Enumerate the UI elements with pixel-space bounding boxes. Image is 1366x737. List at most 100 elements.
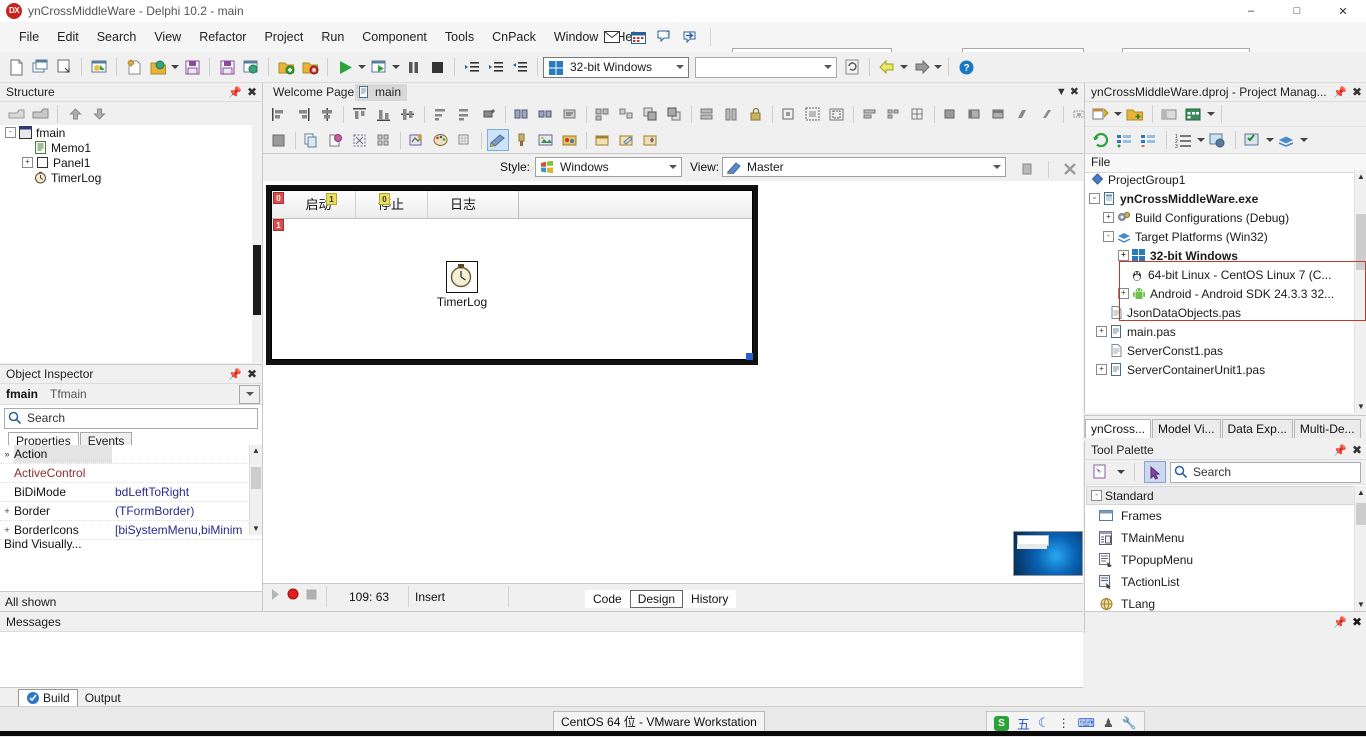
structure-node-panel1[interactable]: + Panel1 [0,155,262,170]
category-expander[interactable]: - [1091,490,1102,501]
property-row-activecontrol[interactable]: ActiveControl [0,464,262,483]
scrollbar-thumb[interactable] [251,467,261,489]
back-dropdown-icon[interactable] [899,56,909,78]
collapse-icon[interactable] [5,103,27,125]
palette-item-tmainmenu[interactable]: TMainMenu [1085,527,1366,549]
property-value[interactable]: [biSystemMenu,biMinim [112,521,262,539]
view-combo[interactable]: Master [722,157,1006,177]
maximize-button[interactable]: □ [1274,0,1320,22]
menu-item-refactor[interactable]: Refactor [190,27,255,47]
new-frame-icon[interactable] [592,129,614,151]
skew-right-icon[interactable] [1036,103,1058,125]
skew-left-icon[interactable] [1012,103,1034,125]
tree-expander[interactable]: + [1096,326,1107,337]
mail-icon[interactable] [601,26,623,48]
margins-icon[interactable] [802,103,824,125]
view-unit-icon[interactable] [88,56,110,78]
select-all-icon[interactable] [349,129,371,151]
form-designer-canvas[interactable]: 启动 停止 日志 0 1 0 1 TimerLog [263,181,1083,583]
project-node-32bit-windows[interactable]: + 32-bit Windows [1085,246,1355,265]
object-selector-dropdown[interactable] [239,385,260,404]
style-combo[interactable]: Windows [535,157,682,177]
property-expander[interactable]: » [0,445,14,463]
align-grid-icon[interactable] [859,103,881,125]
form-toolbutton-stop[interactable]: 停止 [355,191,427,218]
form-resize-grip[interactable] [746,353,753,360]
project-node-mainpas[interactable]: + main.pas [1085,322,1355,341]
view-tab-design[interactable]: Design [629,590,684,608]
bind-visually-link[interactable]: Bind Visually... [4,537,82,551]
pin-icon[interactable]: 📌 [1333,444,1347,457]
palette-item-tactionlist[interactable]: TActionList [1085,571,1366,593]
menu-item-cnpack[interactable]: CnPack [483,27,545,47]
run-dropdown-icon[interactable] [357,56,367,78]
right-tab-project-manager[interactable]: ynCross... [1085,419,1152,438]
record-icon[interactable] [287,588,299,600]
menu-item-view[interactable]: View [145,27,190,47]
stop-icon[interactable] [426,56,448,78]
form-toolbutton-start[interactable]: 启动 [282,191,355,218]
tab-welcome-page[interactable]: Welcome Page [267,84,360,101]
messages-tab-output[interactable]: Output [78,690,128,706]
right-tab-multi-device[interactable]: Multi-De... [1293,419,1361,438]
fill-left-icon[interactable] [964,103,986,125]
ime-punctuation-icon[interactable]: ⋮ [1058,716,1070,730]
scrollbar-thumb[interactable] [1356,503,1366,525]
sogou-icon[interactable]: S [994,715,1009,731]
ime-moon-icon[interactable]: ☾ [1038,715,1050,731]
run-params-dropdown-icon[interactable] [391,56,401,78]
menu-item-edit[interactable]: Edit [48,27,88,47]
paste-icon[interactable] [325,129,347,151]
view-delete-icon[interactable] [1059,158,1081,180]
open-dropdown-icon[interactable] [170,56,180,78]
lock-controls-icon[interactable] [745,103,767,125]
pause-icon[interactable] [402,56,424,78]
grid-panel-icon[interactable] [907,103,929,125]
view-tab-code[interactable]: Code [585,590,630,608]
tree-expander[interactable]: + [1103,212,1114,223]
bring-to-front-icon[interactable] [640,103,662,125]
calendar-icon[interactable] [627,26,649,48]
form-component-timerlog[interactable]: TimerLog [436,261,488,309]
pin-icon[interactable]: 📌 [1333,86,1347,99]
add-column-icon[interactable] [721,103,743,125]
size-to-narrowest-icon[interactable] [535,103,557,125]
right-tab-data-explorer[interactable]: Data Exp... [1221,419,1293,438]
center-in-window-icon[interactable] [478,103,500,125]
forward-dropdown-icon[interactable] [933,56,943,78]
view-copy-icon[interactable] [1016,158,1038,180]
pin-icon[interactable]: 📌 [228,368,242,381]
palette-item-frames[interactable]: Frames [1085,505,1366,527]
tree-expander[interactable]: + [1096,364,1107,375]
project-node-64bit-linux[interactable]: 64-bit Linux - CentOS Linux 7 (C... [1085,265,1355,284]
scroll-down-icon[interactable]: ▼ [1355,598,1366,611]
property-row-action[interactable]: » Action [0,445,262,464]
form-editor-icon[interactable] [487,129,509,151]
target-platform-combo[interactable]: 32-bit Windows [543,56,689,78]
close-icon[interactable]: ✖ [1352,85,1362,99]
image-editor-icon[interactable] [535,129,557,151]
ime-mode-icon[interactable]: 五 [1017,714,1030,733]
scroll-up-icon[interactable]: ▲ [250,445,262,457]
tree-expander[interactable]: - [1089,193,1100,204]
align-center-vertically-icon[interactable] [397,103,419,125]
form-surface[interactable]: 启动 停止 日志 0 1 0 1 TimerLog [271,190,753,360]
messages-tab-build[interactable]: Build [18,688,78,707]
anchor-icon[interactable] [778,103,800,125]
group-icon[interactable] [592,103,614,125]
run-params-icon[interactable] [368,56,390,78]
align-top-icon[interactable] [349,103,371,125]
object-inspector-search-input[interactable]: Search [4,408,258,429]
tree-expander[interactable]: + [1118,250,1129,261]
menu-item-run[interactable]: Run [312,27,353,47]
menu-item-window[interactable]: Window [545,27,607,47]
fill-top-icon[interactable] [988,103,1010,125]
close-button[interactable]: ✕ [1320,0,1366,22]
minimize-button[interactable]: – [1228,0,1274,22]
project-node-servercontainerunit1[interactable]: + ServerContainerUnit1.pas [1085,360,1355,379]
palette-category-standard[interactable]: - Standard [1086,486,1355,505]
forward-icon[interactable] [910,56,932,78]
paint-icon[interactable] [511,129,533,151]
collapse-all-icon[interactable] [1138,129,1160,151]
scroll-up-icon[interactable]: ▲ [1355,486,1366,499]
